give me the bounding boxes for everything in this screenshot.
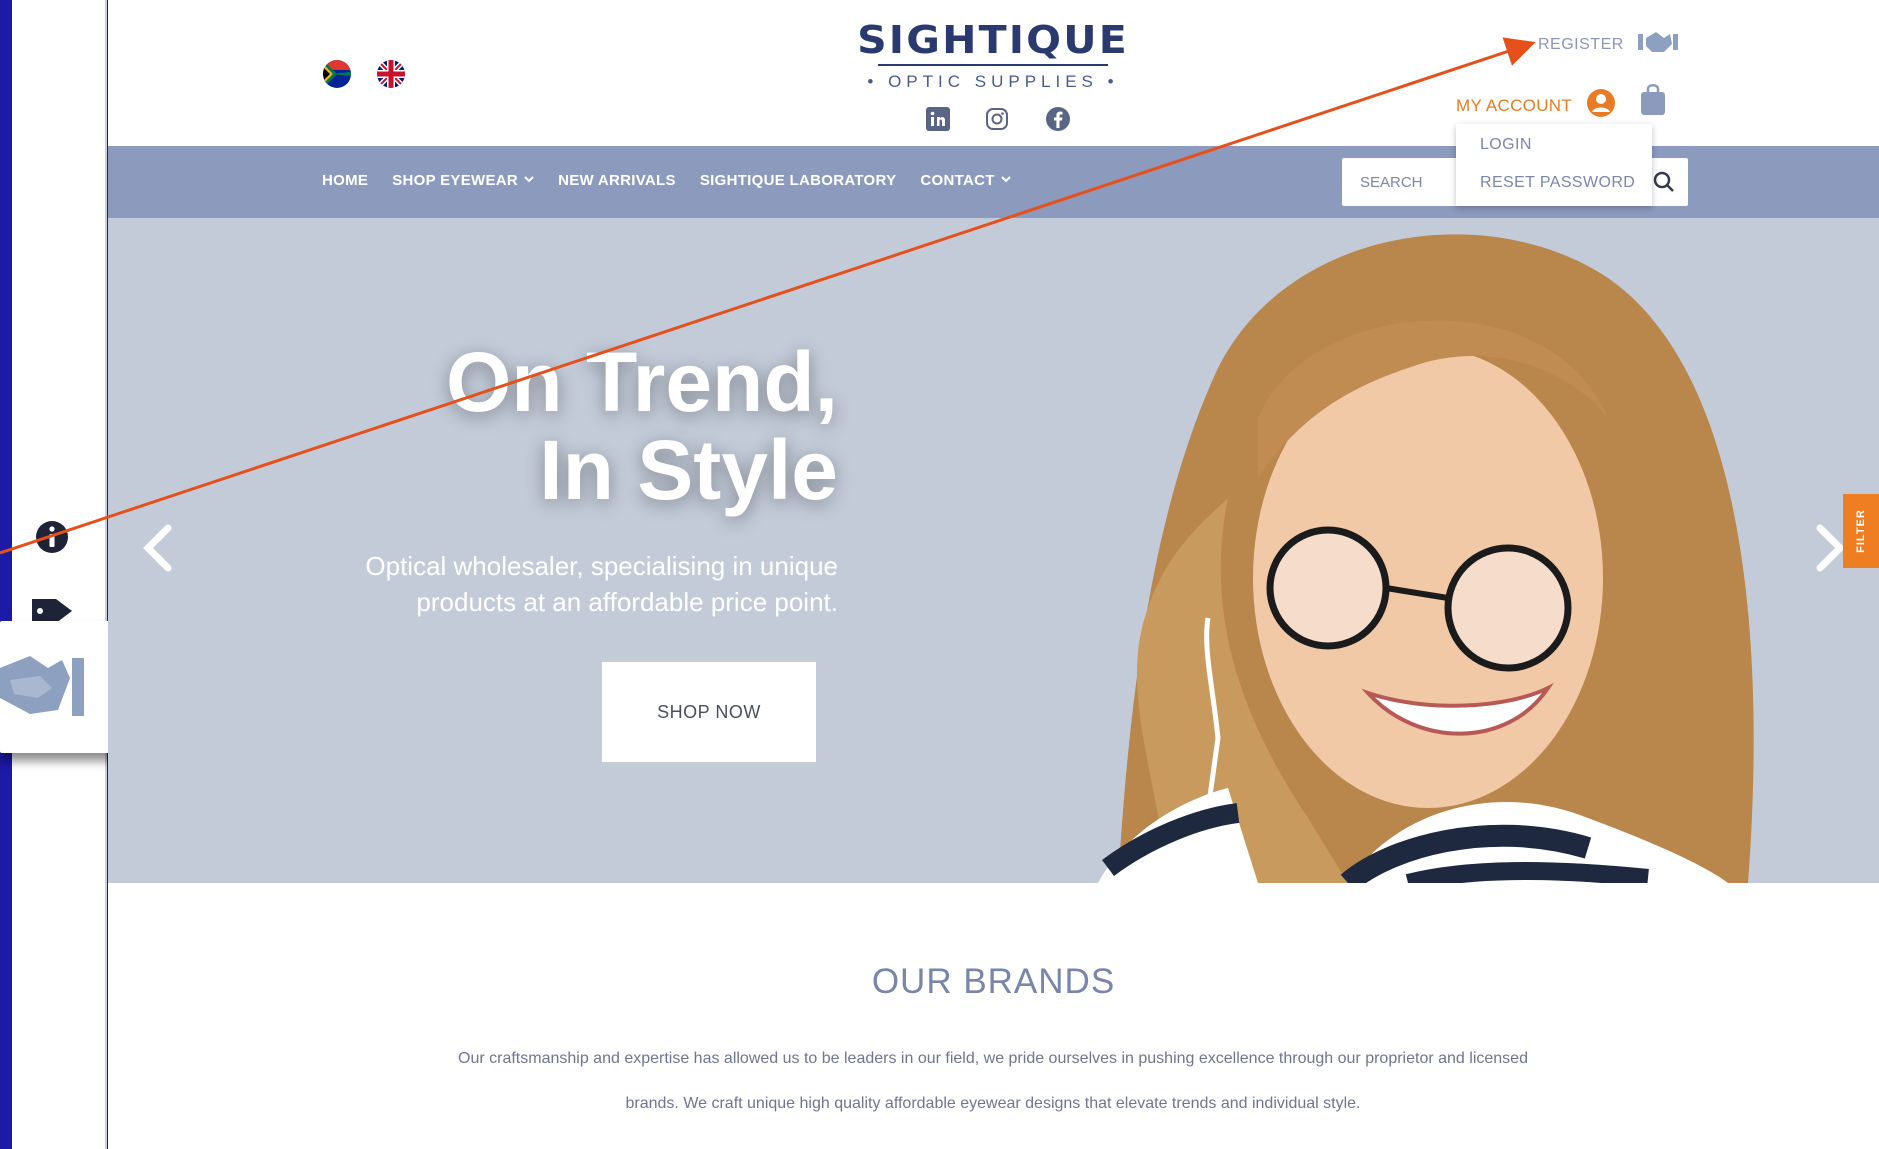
nav-item-shop-eyewear[interactable]: SHOP EYEWEAR: [392, 172, 534, 189]
nav-item-label: SHOP EYEWEAR: [392, 172, 519, 189]
instagram-icon[interactable]: [984, 106, 1010, 132]
shop-now-button[interactable]: SHOP NOW: [602, 662, 816, 762]
uk-flag-icon[interactable]: [377, 60, 405, 88]
hero-model-image: [1098, 234, 1754, 883]
shopping-bag-icon[interactable]: [1638, 82, 1668, 116]
account-dropdown-menu: LOGIN RESET PASSWORD: [1456, 124, 1652, 206]
handshake-icon: [0, 638, 90, 736]
logo-tagline: • OPTIC SUPPLIES •: [867, 72, 1119, 91]
hero-subtitle: Optical wholesaler, specialising in uniq…: [238, 548, 838, 620]
my-account-label: MY ACCOUNT: [1456, 95, 1573, 115]
brands-description-line: Our craftsmanship and expertise has allo…: [458, 1050, 1528, 1067]
nav-item-label: NEW ARRIVALS: [558, 172, 676, 189]
nav-item-contact[interactable]: CONTACT: [920, 172, 1011, 189]
filter-label: FILTER: [1855, 509, 1867, 553]
south-africa-flag-icon[interactable]: [323, 60, 351, 88]
search-icon[interactable]: [1652, 170, 1676, 194]
register-link[interactable]: REGISTER: [1538, 30, 1678, 59]
brands-description: Our craftsmanship and expertise has allo…: [308, 1036, 1678, 1126]
nav-item-sightique-laboratory[interactable]: SIGHTIQUE LABORATORY: [700, 172, 897, 189]
hero-slider: On Trend, In Style Optical wholesaler, s…: [108, 218, 1879, 883]
menu-item-login[interactable]: LOGIN: [1480, 136, 1532, 154]
hero-subtitle-line: products at an affordable price point.: [416, 587, 838, 617]
nav-item-label: CONTACT: [920, 172, 995, 189]
brands-heading: OUR BRANDS: [871, 962, 1116, 1001]
my-account-link[interactable]: MY ACCOUNT: [1456, 88, 1616, 123]
menu-item-reset-password[interactable]: RESET PASSWORD: [1480, 174, 1635, 192]
nav-menu: HOME SHOP EYEWEAR NEW ARRIVALS SIGHTIQUE…: [322, 172, 1011, 189]
website-frame: SIGHTIQUE • OPTIC SUPPLIES • REGISTER MY…: [108, 0, 1879, 1149]
info-icon[interactable]: [34, 519, 70, 555]
facebook-icon[interactable]: [1045, 106, 1071, 132]
left-sidebar: [12, 0, 107, 1149]
filter-tab[interactable]: FILTER: [1843, 494, 1879, 568]
nav-item-new-arrivals[interactable]: NEW ARRIVALS: [558, 172, 676, 189]
hero-title-line: In Style: [539, 423, 838, 517]
chevron-left-icon[interactable]: [138, 518, 178, 578]
linkedin-icon[interactable]: [925, 106, 951, 132]
logo-underline: [878, 64, 1108, 66]
hero-subtitle-line: Optical wholesaler, specialising in uniq…: [365, 551, 838, 581]
logo-wordmark: SIGHTIQUE: [857, 18, 1129, 62]
brands-description-line: brands. We craft unique high quality aff…: [625, 1095, 1361, 1112]
site-logo[interactable]: SIGHTIQUE • OPTIC SUPPLIES •: [848, 20, 1138, 92]
chevron-down-icon: [1000, 175, 1011, 186]
handshake-icon: [1637, 30, 1678, 59]
nav-item-label: HOME: [322, 172, 369, 189]
chevron-down-icon: [524, 175, 534, 186]
user-circle-icon: [1586, 88, 1616, 123]
register-label: REGISTER: [1538, 35, 1624, 53]
hero-title: On Trend, In Style: [238, 338, 838, 514]
nav-item-label: SIGHTIQUE LABORATORY: [699, 172, 897, 189]
hero-title-line: On Trend,: [445, 335, 838, 429]
nav-item-home[interactable]: HOME: [322, 172, 368, 189]
